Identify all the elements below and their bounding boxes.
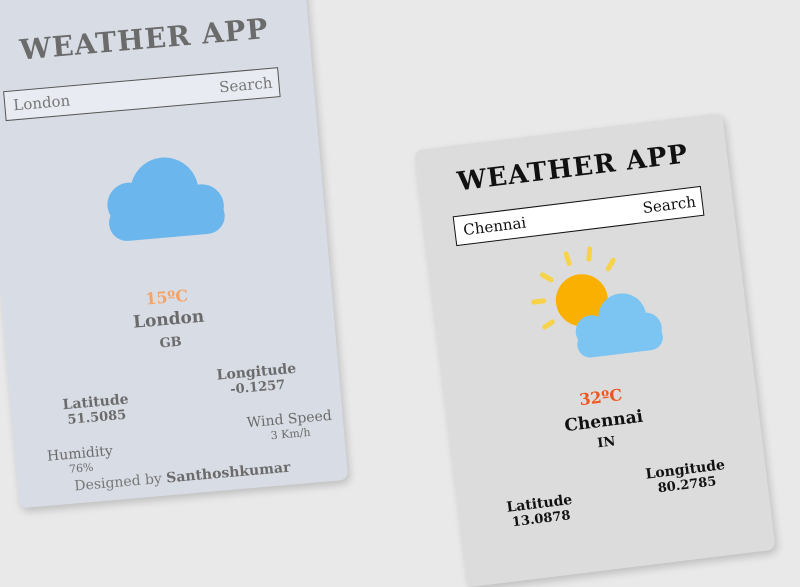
search-bar: Search bbox=[3, 67, 281, 122]
weather-card-london: WEATHER APP Search 15ºC London GB Latitu… bbox=[0, 0, 349, 509]
city-search-input[interactable] bbox=[460, 201, 616, 241]
longitude-stat: Longitude 80.2785 bbox=[645, 457, 728, 497]
city-search-input[interactable] bbox=[10, 82, 166, 116]
wind-speed-stat: Wind Speed 3 Km/h bbox=[246, 408, 333, 444]
sun-behind-cloud-icon bbox=[531, 246, 663, 358]
longitude-stat: Longitude -0.1257 bbox=[216, 361, 298, 399]
footer-author: Santhoshkumar bbox=[165, 459, 292, 487]
latitude-stat: Latitude 13.0878 bbox=[506, 492, 575, 531]
latitude-stat: Latitude 51.5085 bbox=[62, 392, 130, 429]
search-button[interactable]: Search bbox=[218, 74, 273, 97]
humidity-stat: Humidity 76% bbox=[46, 443, 114, 478]
weather-card-chennai: WEATHER APP Search 32ºC Chennai IN Latit… bbox=[414, 112, 776, 587]
search-button[interactable]: Search bbox=[642, 193, 697, 217]
app-title: WEATHER APP bbox=[18, 11, 270, 67]
search-bar: Search bbox=[452, 185, 705, 247]
cloud-icon bbox=[107, 157, 225, 241]
